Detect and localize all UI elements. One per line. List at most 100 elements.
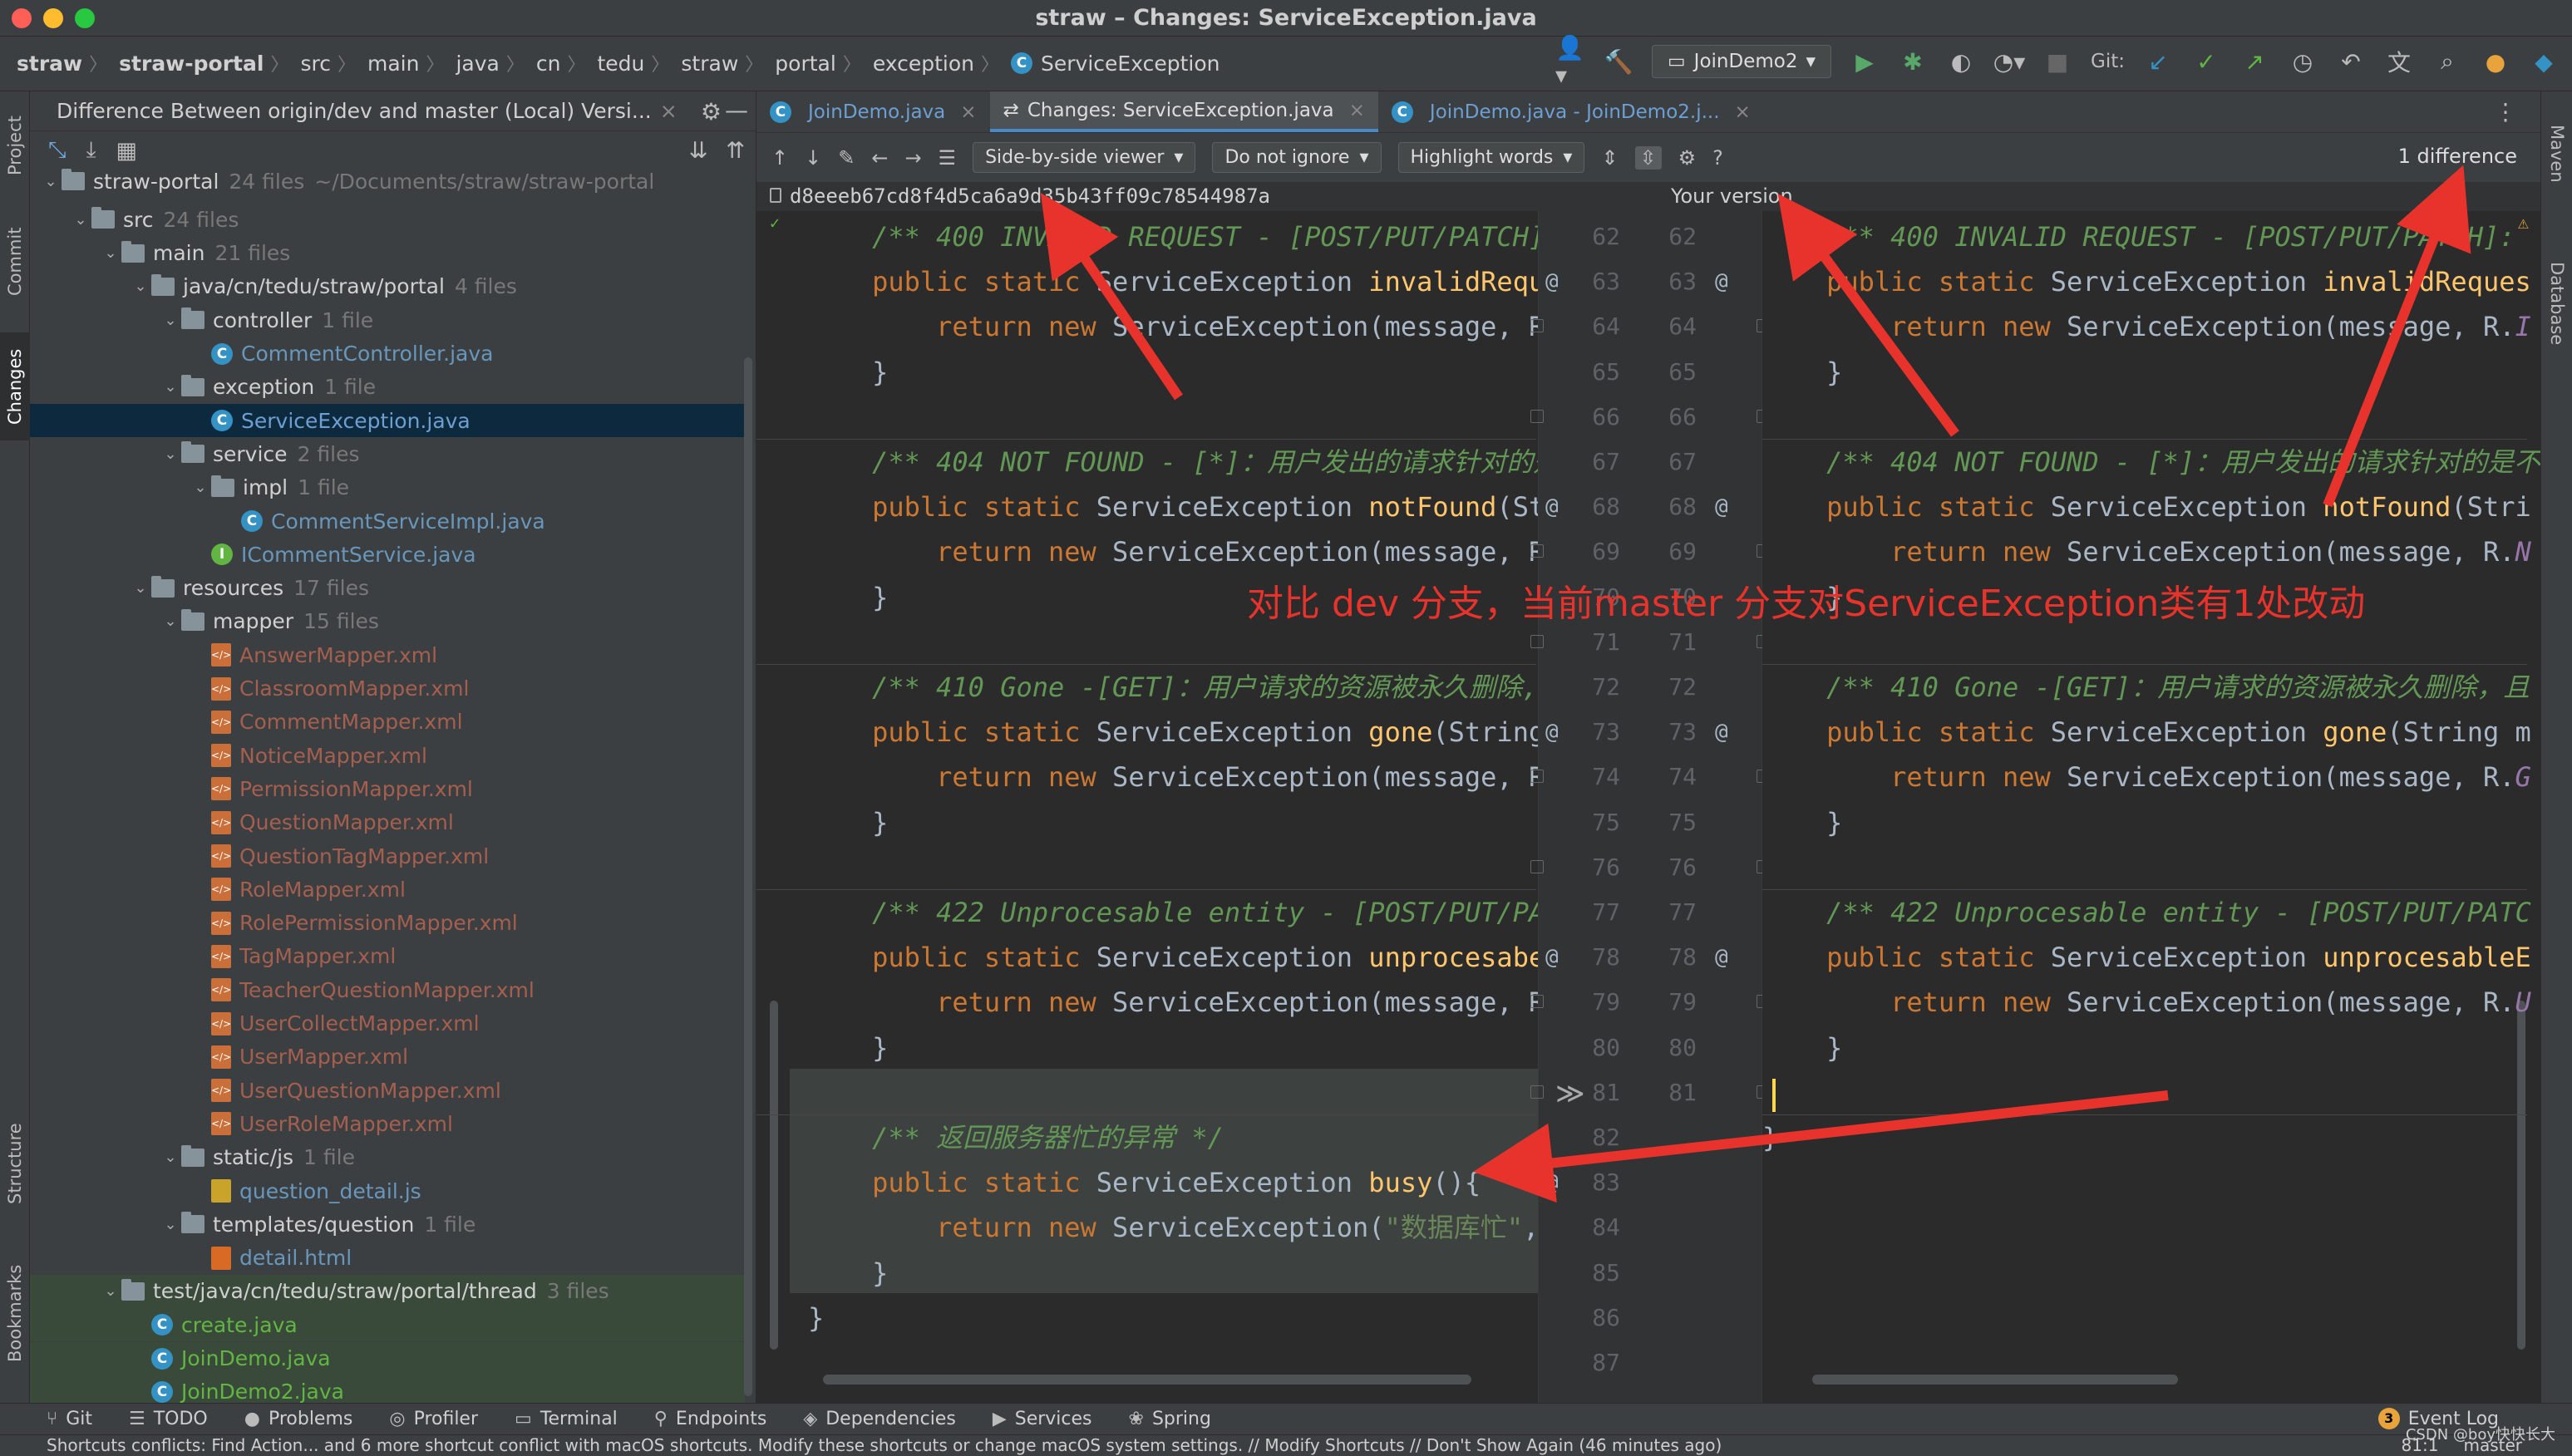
left-editor-vscrollbar[interactable] xyxy=(770,1001,778,1350)
git-commit-icon[interactable]: ✓ xyxy=(2191,45,2221,78)
tool-window-profiler[interactable]: ◎ Profiler xyxy=(389,1409,478,1429)
breadcrumb-item[interactable]: exception xyxy=(873,52,974,76)
tree-row[interactable]: </> RoleMapper.xml xyxy=(30,873,745,906)
settings-gear-icon[interactable]: ⚙ xyxy=(1678,146,1697,170)
tree-scrollbar[interactable] xyxy=(744,357,752,1396)
tree-row[interactable]: Ccreate.java xyxy=(30,1308,745,1342)
tree-row[interactable]: ⌄ static/js 1 file xyxy=(30,1141,745,1174)
right-editor-vscrollbar[interactable] xyxy=(2517,1001,2525,1350)
database-tool-tab[interactable]: Database xyxy=(2541,241,2572,366)
download-icon[interactable]: ⤓ xyxy=(86,137,96,164)
tool-window-services[interactable]: ▶ Services xyxy=(993,1409,1092,1429)
override-marker-icon[interactable]: @ xyxy=(1545,1160,1559,1205)
chevron-down-icon[interactable]: ⌄ xyxy=(160,612,181,630)
git-update-icon[interactable]: ↙ xyxy=(2143,45,2173,78)
tree-row[interactable]: </> UserRoleMapper.xml xyxy=(30,1107,745,1140)
fold-icon[interactable] xyxy=(1530,859,1544,873)
override-marker-icon[interactable]: @ xyxy=(1715,485,1728,529)
status-message[interactable]: Shortcuts conflicts: Find Action... and … xyxy=(47,1435,1722,1455)
debug-icon[interactable]: ✱ xyxy=(1898,45,1928,78)
user-icon[interactable]: 👤▾ xyxy=(1555,34,1585,89)
tabs-more-icon[interactable]: ⋮ xyxy=(2494,91,2540,132)
tree-row[interactable]: </> NoticeMapper.xml xyxy=(30,739,745,772)
tree-row[interactable]: ⌄ java/cn/tedu/straw/portal 4 files xyxy=(30,270,745,303)
tree-row[interactable]: ⌄ resources 17 files xyxy=(30,572,745,605)
breadcrumb-item[interactable]: straw-portal xyxy=(119,52,264,76)
breadcrumb-item[interactable]: portal xyxy=(775,52,836,76)
breadcrumb-item[interactable]: main xyxy=(367,52,419,76)
tree-row[interactable]: ⌄ main 21 files xyxy=(30,237,745,270)
editor-tab[interactable]: C JoinDemo.java × xyxy=(756,91,990,132)
editor-tab[interactable]: ⇄ Changes: ServiceException.java × xyxy=(989,91,1378,132)
jetbrains-icon[interactable]: ◆ xyxy=(2529,45,2559,78)
forward-icon[interactable]: → xyxy=(904,146,921,170)
fold-icon[interactable] xyxy=(1530,319,1544,333)
tree-row[interactable]: </> CommentMapper.xml xyxy=(30,706,745,739)
left-editor-hscrollbar[interactable] xyxy=(823,1375,1471,1385)
ignore-dropdown[interactable]: Do not ignore ▾ xyxy=(1212,142,1382,173)
close-icon[interactable]: × xyxy=(1349,100,1365,121)
fold-icon[interactable] xyxy=(1530,1085,1544,1099)
tree-row[interactable]: question_detail.js xyxy=(30,1174,745,1208)
tree-row[interactable]: detail.html xyxy=(30,1242,745,1275)
gear-icon[interactable]: ⚙ xyxy=(701,98,722,125)
chevron-down-icon[interactable]: ⌄ xyxy=(160,445,181,463)
tool-window-terminal[interactable]: ▭ Terminal xyxy=(515,1409,618,1429)
breadcrumb-item[interactable]: ServiceException xyxy=(1041,52,1219,76)
override-marker-icon[interactable]: @ xyxy=(1715,259,1728,304)
breadcrumb-item[interactable]: src xyxy=(300,52,331,76)
tree-row[interactable]: ⌄ straw-portal 24 files ~/Documents/straw/s… xyxy=(30,165,745,198)
breadcrumb-item[interactable]: cn xyxy=(536,52,561,76)
run-icon[interactable]: ▶ xyxy=(1850,45,1880,78)
editor-tab[interactable]: C JoinDemo.java - JoinDemo2.j... × xyxy=(1378,91,1764,132)
fold-icon[interactable] xyxy=(1530,770,1544,784)
tree-row[interactable]: </> AnswerMapper.xml xyxy=(30,638,745,671)
next-difference-icon[interactable]: ↓ xyxy=(805,146,821,170)
chevron-down-icon[interactable]: ⌄ xyxy=(100,1282,121,1300)
override-marker-icon[interactable]: @ xyxy=(1715,710,1728,755)
tree-row[interactable]: </> UserMapper.xml xyxy=(30,1040,745,1074)
viewer-dropdown[interactable]: Side-by-side viewer ▾ xyxy=(973,142,1196,173)
tree-row[interactable]: </> UserCollectMapper.xml xyxy=(30,1007,745,1040)
chevron-down-icon[interactable]: ⌄ xyxy=(160,1149,181,1166)
structure-tool-tab[interactable]: Structure xyxy=(0,1105,30,1222)
tree-row[interactable]: ⌄ src 24 files xyxy=(30,203,745,236)
bookmarks-tool-tab[interactable]: Bookmarks xyxy=(0,1247,30,1380)
tree-row[interactable]: </> UserQuestionMapper.xml xyxy=(30,1074,745,1107)
collapse-all-icon[interactable]: ⇈ xyxy=(726,138,745,164)
tree-row[interactable]: ⌄ impl 1 file xyxy=(30,471,745,504)
breadcrumb-item[interactable]: straw xyxy=(681,52,738,76)
tree-row[interactable]: ⌄ mapper 15 files xyxy=(30,605,745,638)
chevron-down-icon[interactable]: ⌄ xyxy=(130,278,151,295)
minimize-icon[interactable]: — xyxy=(725,96,748,124)
override-marker-icon[interactable]: @ xyxy=(1715,935,1728,980)
rollback-icon[interactable]: ↶ xyxy=(2336,45,2366,78)
tree-row[interactable]: ⌄ test/java/cn/tedu/straw/portal/thread 3 … xyxy=(30,1274,745,1308)
tree-row[interactable]: </> QuestionTagMapper.xml xyxy=(30,839,745,873)
tree-row[interactable]: ⌄ service 2 files xyxy=(30,437,745,470)
help-icon[interactable]: ? xyxy=(1712,146,1723,170)
coverage-icon[interactable]: ◐ xyxy=(1946,45,1976,78)
close-icon[interactable]: × xyxy=(960,101,976,123)
git-push-icon[interactable]: ↗ xyxy=(2239,45,2269,78)
override-marker-icon[interactable]: @ xyxy=(1545,259,1559,304)
tree-row[interactable]: C CommentServiceImpl.java xyxy=(30,504,745,538)
run-config-dropdown[interactable]: ▭ JoinDemo2 ▾ xyxy=(1651,45,1832,78)
close-icon[interactable]: × xyxy=(1735,101,1751,123)
chevron-down-icon[interactable]: ⌄ xyxy=(160,312,181,329)
tree-row[interactable]: </> QuestionMapper.xml xyxy=(30,806,745,839)
edit-source-icon[interactable]: ✎ xyxy=(838,146,855,170)
tree-row[interactable]: </> ClassroomMapper.xml xyxy=(30,672,745,706)
tree-row[interactable]: </> PermissionMapper.xml xyxy=(30,772,745,805)
fold-icon[interactable] xyxy=(1530,409,1544,423)
override-marker-icon[interactable]: @ xyxy=(1545,935,1559,980)
back-icon[interactable]: ← xyxy=(871,146,888,170)
fold-icon[interactable] xyxy=(1530,995,1544,1009)
tree-row[interactable]: </> TagMapper.xml xyxy=(30,940,745,973)
fold-icon[interactable] xyxy=(1530,634,1544,648)
tree-row[interactable]: C JoinDemo.java xyxy=(30,1341,745,1375)
override-marker-icon[interactable]: @ xyxy=(1545,485,1559,529)
stop-icon[interactable]: ■ xyxy=(2042,45,2072,78)
breadcrumb-item[interactable]: tedu xyxy=(597,52,644,76)
tree-row[interactable]: ⌄ controller 1 file xyxy=(30,303,745,337)
